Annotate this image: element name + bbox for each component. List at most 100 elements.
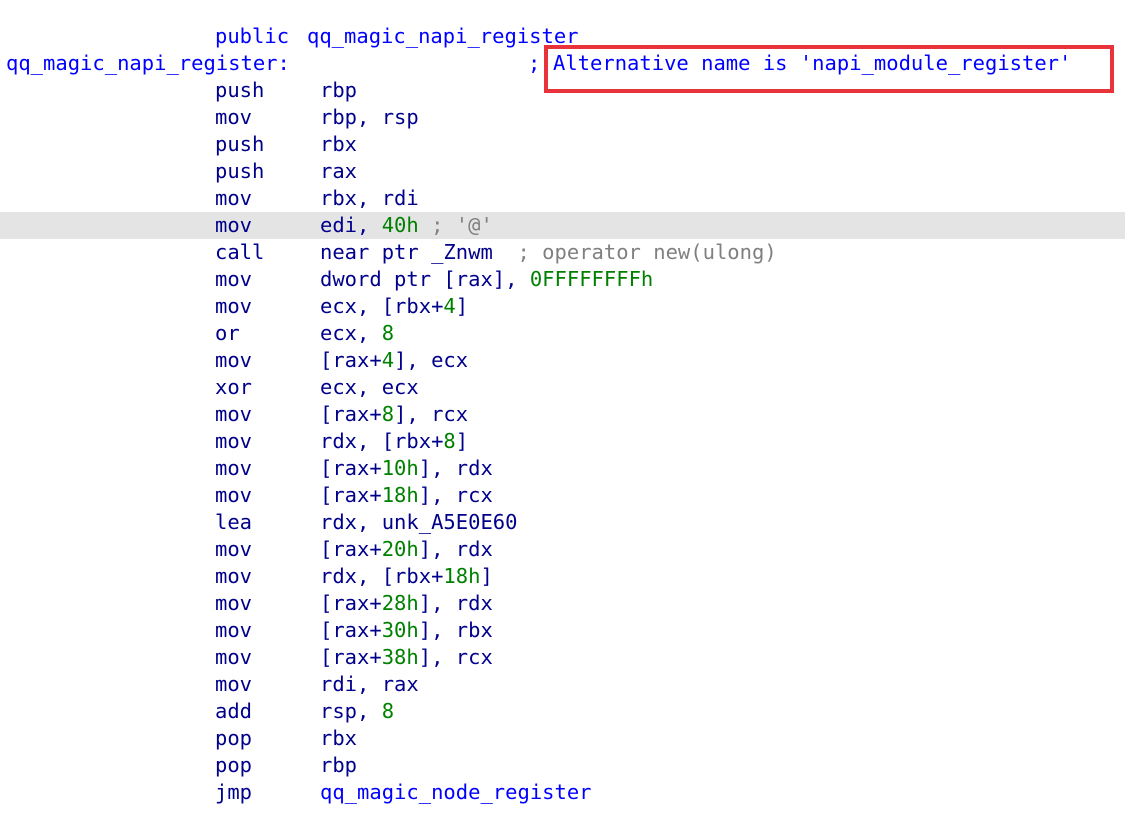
code-line[interactable]: mov [rax+ 30h], rbx: [0, 617, 1125, 644]
mnemonic: xor: [215, 375, 253, 399]
numeric-literal: 0FFFFFFFFh: [529, 267, 654, 291]
mnemonic: push: [215, 78, 265, 102]
code-line[interactable]: mov [rax+ 18h], rcx: [0, 482, 1125, 509]
mnemonic: call: [215, 240, 265, 264]
operand: rax: [320, 159, 358, 183]
numeric-literal: 20h: [381, 537, 419, 561]
code-line[interactable]: mov [rax+ 10h], rdx: [0, 455, 1125, 482]
operand: rbx, rdi: [320, 186, 419, 210]
code-token: ], rbx: [418, 618, 493, 642]
operand: [rax+: [320, 537, 382, 561]
code-token: ], rcx: [418, 483, 493, 507]
code-token: ], rcx: [418, 645, 493, 669]
code-line[interactable]: mov dword ptr [rax], 0FFFFFFFFh: [0, 266, 1125, 293]
mnemonic: mov: [215, 348, 253, 372]
code-line[interactable]: push rax: [0, 158, 1125, 185]
operand: rbp: [320, 78, 358, 102]
code-line[interactable]: or ecx, 8: [0, 320, 1125, 347]
mnemonic: mov: [215, 105, 253, 129]
numeric-literal: 18h: [443, 564, 481, 588]
numeric-literal: 30h: [381, 618, 419, 642]
disassembly-view[interactable]: public qq_magic_napi_register qq_magic_na…: [0, 0, 1125, 813]
code-line[interactable]: mov rdx, [rbx+ 8]: [0, 428, 1125, 455]
code-token: ]: [480, 564, 493, 588]
code-token: ], rdx: [418, 591, 493, 615]
operand: near ptr _Znwm: [320, 240, 493, 264]
code-line[interactable]: push rbx: [0, 131, 1125, 158]
code-line[interactable]: mov [rax+ 20h], rdx: [0, 536, 1125, 563]
code-line[interactable]: mov edi, 40h ; '@': [0, 212, 1125, 239]
numeric-literal: 18h: [381, 483, 419, 507]
mnemonic: mov: [215, 618, 253, 642]
code-token: ], ecx: [394, 348, 469, 372]
mnemonic: mov: [215, 537, 253, 561]
operand: rdi, rax: [320, 672, 419, 696]
operand: rsp,: [320, 699, 382, 723]
numeric-literal: 40h: [381, 213, 419, 237]
mnemonic: mov: [215, 645, 253, 669]
mnemonic: lea: [215, 510, 253, 534]
code-line[interactable]: mov ecx, [rbx+ 4]: [0, 293, 1125, 320]
code-line[interactable]: mov rbp, rsp: [0, 104, 1125, 131]
code-token: ]: [455, 294, 469, 318]
code-line[interactable]: mov [rax+ 38h], rcx: [0, 644, 1125, 671]
mnemonic: public: [215, 24, 302, 48]
code-line[interactable]: mov rbx, rdi: [0, 185, 1125, 212]
operand: rbp: [320, 753, 358, 777]
symbol-name: qq_magic_napi_register: [307, 24, 579, 48]
operand: [rax+: [320, 618, 382, 642]
annotation-highlight-box: [544, 45, 1114, 93]
operand: [rax+: [320, 402, 382, 426]
mnemonic: pop: [215, 753, 253, 777]
operand: ecx, ecx: [320, 375, 419, 399]
mnemonic: mov: [215, 591, 253, 615]
operand: rbp, rsp: [320, 105, 419, 129]
mnemonic: push: [215, 132, 265, 156]
numeric-literal: 4: [443, 294, 456, 318]
numeric-literal: 4: [381, 348, 395, 372]
code-line[interactable]: mov [rax+ 4], ecx: [0, 347, 1125, 374]
code-line[interactable]: call near ptr _Znwm ; operator new(ulong): [0, 239, 1125, 266]
code-token: ], rdx: [418, 456, 493, 480]
code-token: ], rdx: [418, 537, 493, 561]
code-line[interactable]: lea rdx, unk_A5E0E60: [0, 509, 1125, 536]
mnemonic: mov: [215, 213, 253, 237]
code-line[interactable]: mov [rax+ 8], rcx: [0, 401, 1125, 428]
code-line[interactable]: pop rbp: [0, 752, 1125, 779]
mnemonic: mov: [215, 456, 253, 480]
mnemonic: mov: [215, 564, 253, 588]
operand: rbx: [320, 132, 358, 156]
operand: qq_magic_node_register: [320, 780, 592, 804]
mnemonic: mov: [215, 402, 253, 426]
code-line[interactable]: pop rbx: [0, 725, 1125, 752]
mnemonic: jmp: [215, 780, 253, 804]
mnemonic: pop: [215, 726, 253, 750]
mnemonic: push: [215, 159, 265, 183]
code-line[interactable]: add rsp, 8: [0, 698, 1125, 725]
comment: ; operator new(ulong): [492, 240, 777, 264]
code-line[interactable]: mov rdi, rax: [0, 671, 1125, 698]
operand: [rax+: [320, 483, 382, 507]
numeric-literal: 10h: [381, 456, 419, 480]
numeric-literal: 8: [381, 402, 395, 426]
mnemonic: mov: [215, 672, 253, 696]
mnemonic: mov: [215, 267, 253, 291]
numeric-literal: 8: [381, 321, 395, 345]
mnemonic: mov: [215, 429, 253, 453]
code-token: ], rcx: [394, 402, 469, 426]
code-line[interactable]: xor ecx, ecx: [0, 374, 1125, 401]
operand: ecx, [rbx+: [320, 294, 444, 318]
operand: rdx, [rbx+: [320, 429, 444, 453]
operand: [rax+: [320, 348, 382, 372]
operand: [rax+: [320, 591, 382, 615]
operand: edi,: [320, 213, 382, 237]
numeric-literal: 38h: [381, 645, 419, 669]
mnemonic: add: [215, 699, 253, 723]
mnemonic: mov: [215, 294, 253, 318]
code-line[interactable]: mov [rax+ 28h], rdx: [0, 590, 1125, 617]
code-line[interactable]: mov rdx, [rbx+ 18h]: [0, 563, 1125, 590]
code-token: ]: [455, 429, 469, 453]
operand: [rax+: [320, 645, 382, 669]
numeric-literal: 8: [381, 699, 395, 723]
code-line[interactable]: jmp qq_magic_node_register: [0, 779, 1125, 806]
